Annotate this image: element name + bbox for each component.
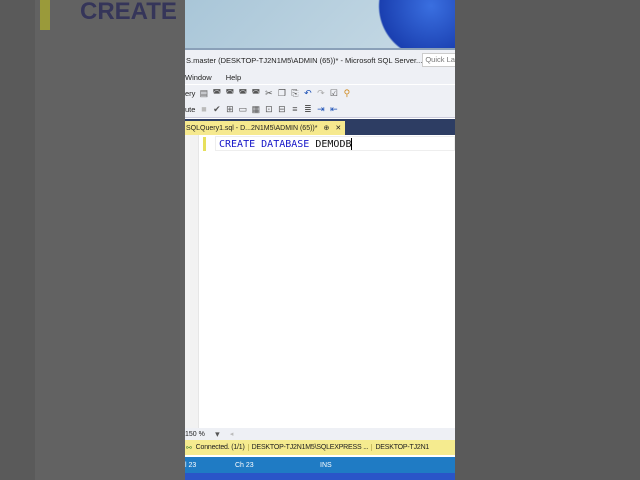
blurred-background-left: CREATE [0,0,185,480]
insert-mode: INS [320,461,332,469]
comment-icon[interactable]: ≡ [290,104,299,114]
keyword-create: CREATE [219,139,256,150]
mdx-query-icon[interactable]: ◚ [212,88,222,98]
dax-query-icon[interactable]: ◚ [251,88,261,98]
server-name: DESKTOP-TJ2N1M5\SQLEXPRESS ... [249,444,373,451]
menu-window[interactable]: Window [185,73,212,82]
results-grid-icon[interactable]: ▦ [251,104,261,114]
window-title: S.master (DESKTOP-TJ2N1M5\ADMIN (65))* -… [186,55,423,65]
desktop-wallpaper-bottom [185,473,455,480]
blurred-background-right [455,0,640,480]
text-caret [351,138,353,150]
quick-launch-input[interactable]: Quick La [422,53,455,67]
cut-icon[interactable]: ✂ [264,88,273,98]
zoom-select[interactable]: 150 % [185,431,205,438]
indent-icon[interactable]: ⇥ [316,104,325,114]
column-number: Ch 23 [235,461,254,469]
query-options-icon[interactable]: ⊡ [264,104,273,114]
connection-status: Connected. (1/1) [193,444,249,451]
undo-icon[interactable]: ↶ [303,88,312,98]
find-icon[interactable]: ⚲ [342,88,351,98]
menu-bar: Window Help [185,70,455,84]
copy-icon[interactable]: ❐ [277,88,286,98]
keyword-database: DATABASE [261,139,310,150]
change-indicator [203,137,206,151]
code-line[interactable]: CREATE DATABASE DEMODB [219,138,353,150]
parse-icon[interactable]: ✔ [212,104,221,114]
toolbar-sql-editor: ute ■ ✔ ⊞ ▭ ▦ ⊡ ⊟ ≡ ≣ ⇥ ⇤ [185,101,455,118]
title-bar: S.master (DESKTOP-TJ2N1M5\ADMIN (65))* -… [185,48,455,70]
redo-icon[interactable]: ↷ [316,88,325,98]
execute-button[interactable]: ute [185,105,195,114]
chevron-down-icon[interactable]: ▾ [213,429,222,439]
menu-help[interactable]: Help [226,73,241,82]
plan-icon[interactable]: ⊞ [225,104,234,114]
close-icon[interactable]: ✕ [335,124,341,132]
new-query-button[interactable]: ery [185,89,195,98]
database-query-icon[interactable]: ▤ [199,88,209,98]
scroll-left-icon[interactable]: ◂ [230,430,234,438]
database-name: DEMODB [315,139,352,150]
toolbar-standard: ery ▤ ◚ ◚ ◚ ◚ ✂ ❐ ⎘ ↶ ↷ ☑ ⚲ [185,85,455,101]
tab-label: SQLQuery1.sql - D...2N1M5\ADMIN (65))* [186,124,318,132]
stop-icon[interactable]: ■ [199,104,208,114]
zoom-bar: 150 % ▾ ◂ [185,428,455,440]
document-tabs: SQLQuery1.sql - D...2N1M5\ADMIN (65))* ⊕… [185,119,455,135]
server-name-2: DESKTOP-TJ2N1 [375,444,430,451]
connected-icon: ⚯ [186,444,192,452]
ssms-window: S.master (DESKTOP-TJ2N1M5\ADMIN (65))* -… [185,0,455,480]
paste-icon[interactable]: ⎘ [290,88,299,98]
intellisense-icon[interactable]: ⊟ [277,104,286,114]
query-editor[interactable]: CREATE DATABASE DEMODB [185,135,455,428]
editor-status-bar: l 23 Ch 23 INS [185,457,455,473]
dmx-query-icon[interactable]: ◚ [225,88,235,98]
outdent-icon[interactable]: ⇤ [329,104,338,114]
line-number: l 23 [185,461,197,469]
connection-status-bar: ⚯ Connected. (1/1) DESKTOP-TJ2N1M5\SQLEX… [185,440,455,455]
blurred-text: CREATE [80,0,177,25]
xmla-query-icon[interactable]: ◚ [238,88,248,98]
tab-sqlquery1[interactable]: SQLQuery1.sql - D...2N1M5\ADMIN (65))* ⊕… [185,121,346,135]
pin-icon[interactable]: ⊕ [323,124,329,132]
results-text-icon[interactable]: ▭ [238,104,248,114]
uncomment-icon[interactable]: ≣ [303,104,312,114]
editor-margin [185,135,199,428]
desktop-wallpaper [185,0,455,60]
solution-icon[interactable]: ☑ [329,88,338,98]
